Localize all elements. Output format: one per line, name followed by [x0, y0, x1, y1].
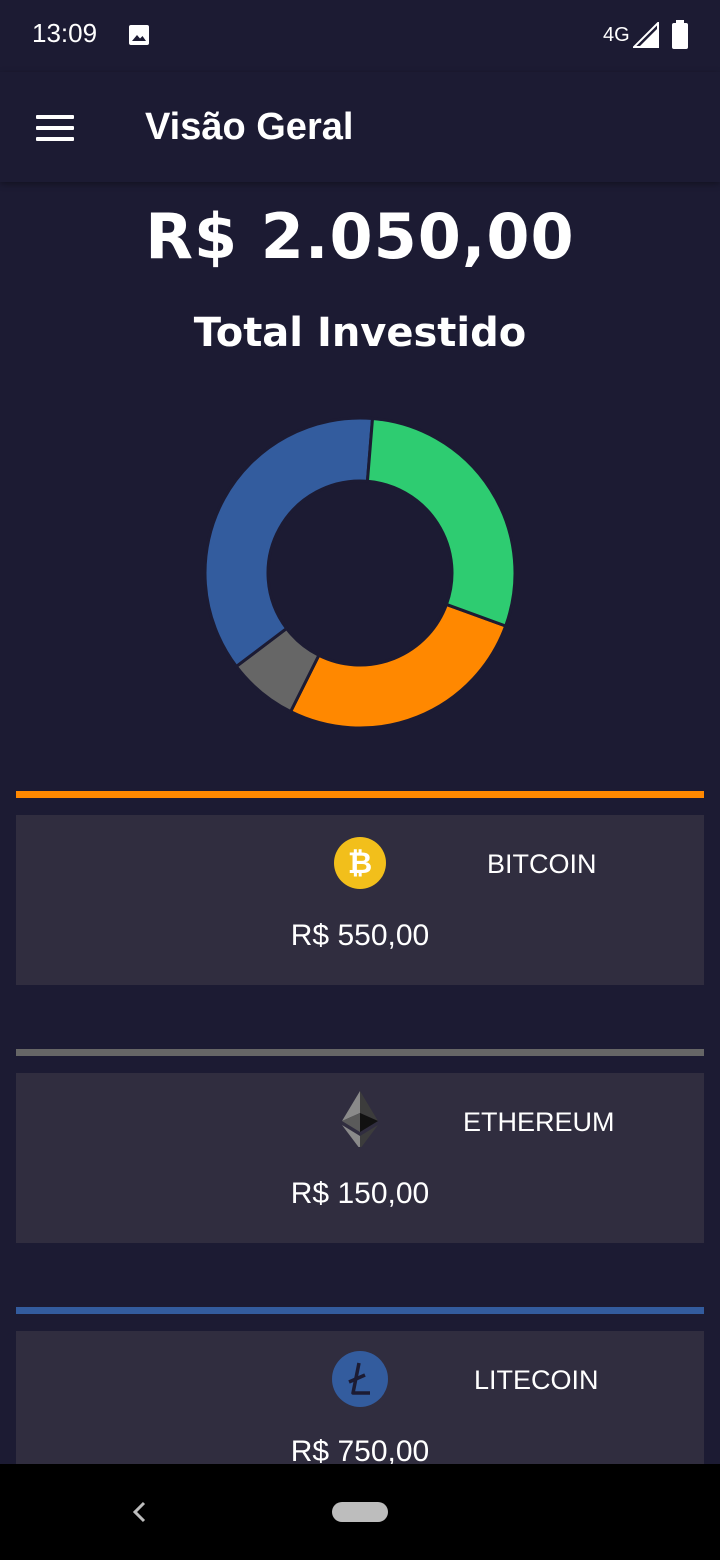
- total-amount: R$ 2.050,00: [145, 200, 575, 273]
- status-time: 13:09: [32, 18, 98, 48]
- signal-icon: [633, 22, 659, 48]
- image-icon: [129, 25, 149, 45]
- litecoin-divider: [16, 1307, 704, 1314]
- bitcoin-divider: [16, 791, 704, 798]
- network-type-label: 4G: [603, 24, 630, 46]
- battery-icon: [672, 20, 688, 49]
- donut-slice-bitcoin: [288, 602, 508, 730]
- asset-card-ethereum[interactable]: ETHEREUM R$ 150,00: [16, 1073, 704, 1243]
- ethereum-icon: [342, 1091, 378, 1147]
- asset-card-bitcoin[interactable]: ₿ BITCOIN R$ 550,00: [16, 815, 704, 985]
- bitcoin-icon: ₿: [334, 837, 386, 889]
- hamburger-menu-icon[interactable]: [36, 112, 76, 142]
- ethereum-divider: [16, 1049, 704, 1056]
- coin-name: ETHEREUM: [463, 1107, 615, 1137]
- total-label: Total Investido: [193, 310, 527, 356]
- app-bar: Visão Geral: [0, 72, 720, 182]
- donut-slice-other: [365, 416, 517, 628]
- svg-text:₿: ₿: [348, 846, 372, 881]
- page-title: Visão Geral: [145, 106, 354, 148]
- system-nav-bar: [0, 1464, 720, 1560]
- home-pill-icon[interactable]: [332, 1502, 388, 1522]
- status-bar: 13:09 4G: [0, 0, 720, 72]
- coin-name: LITECOIN: [474, 1365, 599, 1395]
- litecoin-icon: [332, 1351, 388, 1407]
- portfolio-donut-chart: [203, 416, 517, 730]
- back-chevron-icon[interactable]: [128, 1498, 152, 1526]
- coin-value: R$ 150,00: [290, 1177, 430, 1210]
- coin-value: R$ 550,00: [290, 919, 430, 952]
- coin-name: BITCOIN: [487, 849, 597, 879]
